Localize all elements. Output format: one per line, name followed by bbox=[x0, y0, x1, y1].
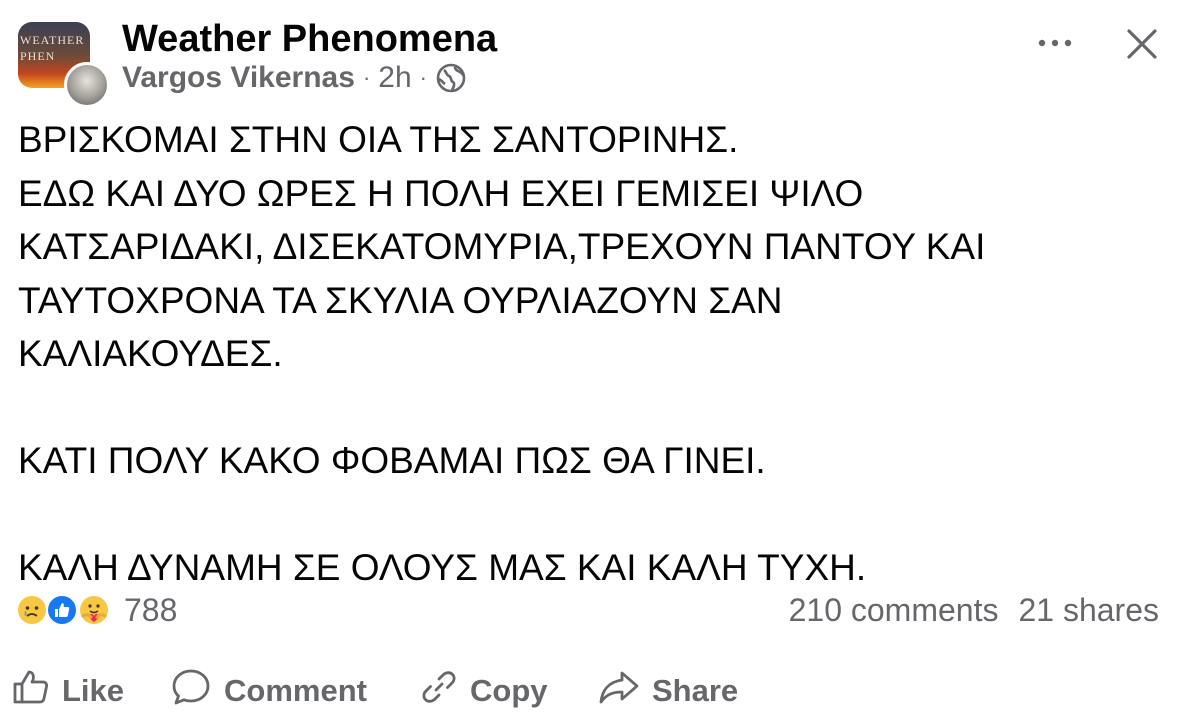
shares-count[interactable]: 21 shares bbox=[1018, 592, 1159, 629]
post-header: WEATHER PHEN Weather Phenomena Vargos Vi… bbox=[0, 0, 1189, 110]
meta-separator: · bbox=[362, 65, 371, 90]
like-label: Like bbox=[62, 673, 125, 708]
comments-count[interactable]: 210 comments bbox=[789, 592, 999, 629]
engagement-counts: 210 comments 21 shares bbox=[789, 590, 1159, 630]
thumbs-up-icon bbox=[12, 668, 62, 714]
comment-icon bbox=[170, 667, 224, 715]
meta-separator: · bbox=[419, 65, 427, 90]
share-arrow-icon bbox=[598, 668, 652, 714]
more-horizontal-icon[interactable] bbox=[1033, 26, 1077, 56]
comment-label: Comment bbox=[224, 673, 367, 708]
comment-button[interactable]: Comment bbox=[170, 666, 367, 716]
post-body-text: ΒΡΙΣΚΟΜΑΙ ΣΤΗΝ ΟΙΑ ΤΗΣ ΣΑΝΤΟΡΙΝΗΣ. ΕΔΩ Κ… bbox=[18, 119, 986, 588]
copy-button[interactable]: Copy bbox=[420, 666, 548, 716]
like-button[interactable]: Like bbox=[12, 666, 124, 716]
post-time[interactable]: 2h bbox=[378, 61, 411, 95]
globe-icon bbox=[435, 62, 467, 94]
group-name[interactable]: Weather Phenomena bbox=[122, 18, 497, 60]
like-reaction-icon bbox=[46, 594, 78, 626]
post-meta: Vargos Vikernas · 2h · bbox=[122, 60, 467, 96]
reactions-summary[interactable]: 788 bbox=[16, 590, 177, 630]
group-avatar-logo-text: WEATHER PHEN bbox=[20, 33, 85, 63]
reaction-count[interactable]: 788 bbox=[124, 592, 177, 629]
author-name[interactable]: Vargos Vikernas bbox=[122, 61, 355, 95]
sad-reaction-icon bbox=[16, 594, 48, 626]
author-avatar[interactable] bbox=[64, 62, 110, 108]
link-icon bbox=[420, 668, 470, 714]
close-icon[interactable] bbox=[1124, 26, 1160, 62]
action-bar: Like Comment Copy Share bbox=[0, 666, 1189, 716]
copy-label: Copy bbox=[470, 673, 548, 708]
care-reaction-icon bbox=[78, 594, 110, 626]
reaction-icons[interactable] bbox=[16, 592, 122, 628]
share-label: Share bbox=[652, 673, 739, 708]
avatar-group[interactable]: WEATHER PHEN bbox=[18, 22, 110, 108]
share-button[interactable]: Share bbox=[598, 666, 738, 716]
